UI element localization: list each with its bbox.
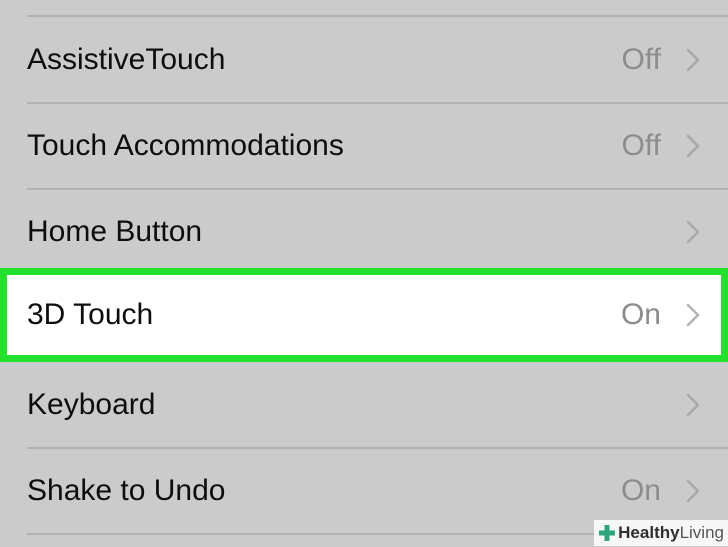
- accessibility-settings-list: AssistiveTouch Off Touch Accommodations …: [0, 0, 728, 546]
- row-keyboard[interactable]: Keyboard: [0, 362, 728, 448]
- row-label: Shake to Undo: [27, 474, 226, 507]
- chevron-right-icon: [686, 303, 700, 327]
- row-label: Home Button: [27, 215, 203, 248]
- medical-cross-icon: [598, 524, 616, 542]
- row-touch-accommodations[interactable]: Touch Accommodations Off: [0, 103, 728, 189]
- chevron-right-icon: [686, 479, 700, 503]
- row-label: Touch Accommodations: [27, 129, 344, 162]
- watermark: Healthy Living: [594, 520, 728, 546]
- row-value: Off: [621, 129, 661, 162]
- row-value: Off: [621, 43, 661, 76]
- row-label: Keyboard: [27, 388, 156, 421]
- watermark-brand-light: Living: [679, 523, 724, 542]
- row-assistivetouch[interactable]: AssistiveTouch Off: [0, 17, 728, 103]
- row-home-button[interactable]: Home Button: [0, 189, 728, 275]
- chevron-right-icon: [686, 48, 700, 72]
- row-label: 3D Touch: [27, 298, 154, 331]
- row-value: On: [620, 298, 661, 331]
- chevron-right-icon: [686, 220, 700, 244]
- row-3d-touch[interactable]: 3D Touch On: [0, 268, 728, 362]
- watermark-brand-bold: Healthy: [618, 523, 680, 542]
- chevron-right-icon: [686, 134, 700, 158]
- chevron-right-icon: [686, 393, 700, 417]
- row-label: AssistiveTouch: [27, 43, 226, 76]
